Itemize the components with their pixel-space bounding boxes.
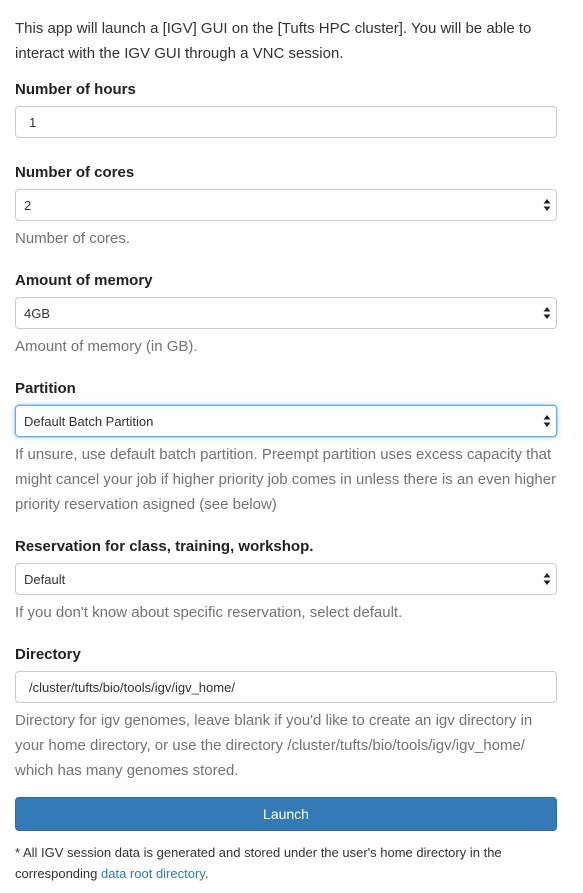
memory-help: Amount of memory (in GB). — [15, 338, 198, 355]
cores-label: Number of cores — [15, 164, 135, 181]
footnote: * All IGV session data is generated and … — [15, 842, 557, 884]
select-arrows-icon — [543, 415, 551, 427]
footnote-end: . — [204, 866, 209, 881]
directory-value: /cluster/tufts/bio/tools/igv/igv_home/ — [29, 679, 235, 695]
select-arrows-icon — [543, 199, 551, 211]
memory-value: 4GB — [24, 305, 51, 321]
app-description: This app will launch a [IGV] GUI on the … — [15, 20, 532, 62]
cores-help: Number of cores. — [15, 230, 131, 247]
hours-label: Number of hours — [15, 81, 136, 98]
select-arrows-icon — [543, 573, 551, 585]
directory-label: Directory — [15, 646, 81, 663]
launch-button[interactable]: Launch — [15, 797, 557, 831]
reservation-value: Default — [24, 571, 66, 587]
directory-input[interactable]: /cluster/tufts/bio/tools/igv/igv_home/ — [15, 671, 557, 703]
footnote-text: * All IGV session data is generated and … — [15, 845, 502, 881]
hours-input[interactable]: 1 — [15, 106, 557, 138]
memory-select[interactable]: 4GB — [15, 297, 557, 329]
interactive-app-form: This app will launch a [IGV] GUI on the … — [15, 0, 557, 884]
reservation-help: If you don't know about specific reserva… — [15, 604, 403, 621]
data-root-directory-link[interactable]: data root directory — [101, 866, 205, 881]
partition-help: If unsure, use default batch partition. … — [15, 446, 557, 513]
partition-select[interactable]: Default Batch Partition — [15, 405, 557, 437]
hours-value: 1 — [29, 114, 37, 130]
memory-group: Amount of memory 4GB Amount of memory (i… — [15, 271, 557, 359]
partition-label: Partition — [15, 380, 76, 397]
cores-value: 2 — [24, 197, 32, 213]
memory-label: Amount of memory — [15, 272, 153, 289]
reservation-group: Reservation for class, training, worksho… — [15, 537, 557, 625]
hours-group: Number of hours 1 — [15, 80, 557, 138]
directory-group: Directory /cluster/tufts/bio/tools/igv/i… — [15, 645, 557, 783]
reservation-select[interactable]: Default — [15, 563, 557, 595]
directory-help: Directory for igv genomes, leave blank i… — [15, 712, 533, 779]
cores-select[interactable]: 2 — [15, 189, 557, 221]
cores-group: Number of cores 2 Number of cores. — [15, 163, 557, 251]
partition-value: Default Batch Partition — [24, 413, 154, 429]
reservation-label: Reservation for class, training, worksho… — [15, 538, 314, 555]
select-arrows-icon — [543, 307, 551, 319]
partition-group: Partition Default Batch Partition If uns… — [15, 379, 557, 517]
